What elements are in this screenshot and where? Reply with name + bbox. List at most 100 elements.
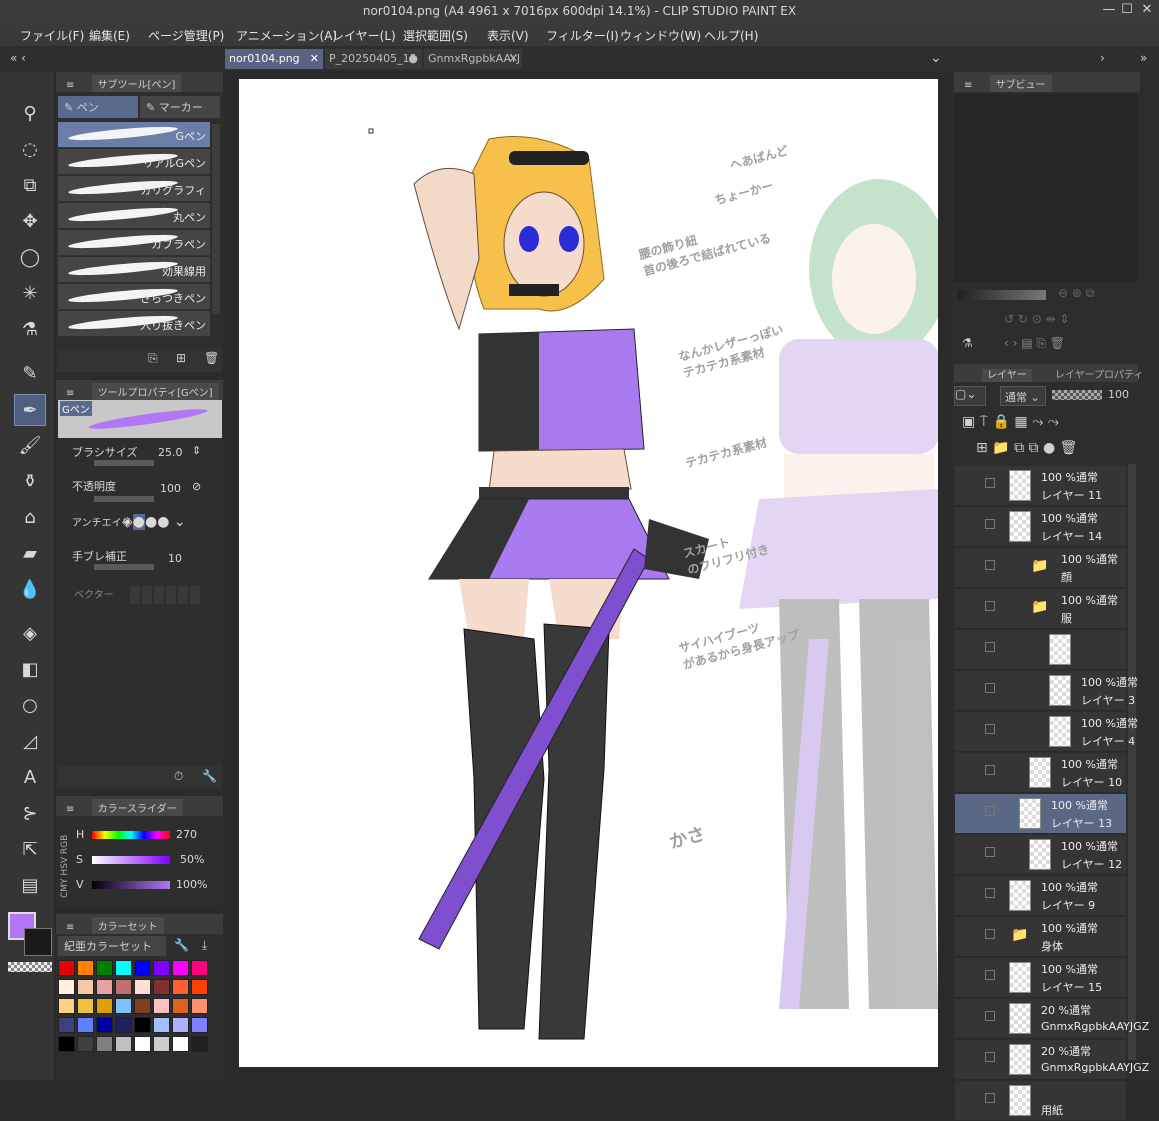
rotate-icon[interactable]: ◌ [14,134,46,166]
color-swatch[interactable] [172,1017,189,1033]
subtool-tab-marker[interactable]: ✎ マーカー [140,96,220,118]
menu-animation[interactable]: アニメーション(A) [236,27,337,44]
layer-checkbox[interactable] [985,683,995,693]
layer-color-select[interactable]: ▢⌄ [954,386,986,406]
color-swatch[interactable] [172,998,189,1014]
text-icon[interactable]: A [14,762,46,794]
transparent-color-swatch[interactable] [8,962,52,972]
layer-opacity-value[interactable]: 100 [1108,388,1129,401]
antialias-options[interactable]: ◈●●● ⌄ [122,514,186,530]
blend-icon[interactable]: 💧 [14,574,46,606]
layer-checkbox[interactable] [985,642,995,652]
color-swatch[interactable] [77,1036,94,1052]
operation-icon[interactable]: ⇱ [14,834,46,866]
pen-icon[interactable]: ✎ [14,358,46,390]
color-swatch[interactable] [96,998,113,1014]
layer-checkbox[interactable] [985,560,995,570]
layer-checkbox[interactable] [985,1093,995,1103]
layer-checkbox[interactable] [985,765,995,775]
menu-view[interactable]: 表示(V) [487,27,529,44]
layer-row[interactable]: 📁 100 %通常 身体 [955,917,1126,957]
color-swatch[interactable] [153,979,170,995]
layer-checkbox[interactable] [985,478,995,488]
tab-layer-property[interactable]: レイヤープロパティ [1055,370,1144,381]
figure-icon[interactable]: ○ [14,690,46,722]
color-swatch[interactable] [96,1036,113,1052]
color-swatch[interactable] [96,1017,113,1033]
chevron-down-icon[interactable]: ⌄ [930,50,942,66]
lasso-icon[interactable]: ◯ [14,242,46,274]
color-swatch[interactable] [134,979,151,995]
layer-row[interactable]: 📁 100 %通常服 [955,589,1126,629]
menu-window[interactable]: ウィンドウ(W) [620,27,701,44]
brush-item[interactable]: 効果線用 [58,257,210,283]
color-swatch[interactable] [58,998,75,1014]
drawing-canvas[interactable]: へあばんど ちょーかー 腰の飾り紐 首の後ろで結ばれている なんかレザーっぽい テカテ… [239,79,938,1067]
color-swatch[interactable] [172,960,189,976]
color-mode-tabs[interactable]: CMY HSV RGB [60,822,74,898]
color-swatch[interactable] [172,1036,189,1052]
color-swatch[interactable] [58,960,75,976]
hue-slider[interactable] [92,831,170,839]
menu-layer[interactable]: レイヤー(L) [332,27,396,44]
layer-checkbox[interactable] [985,847,995,857]
stabilization-value[interactable]: 10 [168,552,182,565]
color-swatch[interactable] [191,998,208,1014]
menu-filter[interactable]: フィルター(I) [546,27,619,44]
double-chevron-right-icon[interactable]: » [1140,51,1147,65]
tab-close-icon[interactable]: ✕ [310,52,319,65]
move-icon[interactable]: ✥ [14,206,46,238]
ruler-icon[interactable]: ▤ [14,870,46,902]
layer-row[interactable]: 100 %通常 レイヤー 14 [955,507,1126,547]
magic-wand-icon[interactable]: ✳ [14,278,46,310]
color-swatch[interactable] [77,979,94,995]
close-button[interactable]: ✕ [1136,2,1158,22]
value-value[interactable]: 100% [176,878,207,891]
layer-row[interactable] [955,630,1126,670]
reset-icon[interactable]: ⏱ [174,769,183,784]
vector-options[interactable] [130,586,200,604]
trash-icon[interactable]: 🗑 [204,351,219,365]
color-swatch[interactable] [191,1017,208,1033]
add-subtool-icon[interactable]: ⊞ [176,351,186,365]
tab-p2025[interactable]: P_20250405_15 ● [325,49,422,69]
color-swatch[interactable] [191,1036,208,1052]
layer-checkbox[interactable] [985,1052,995,1062]
layer-checkbox[interactable] [985,519,995,529]
color-swatch[interactable] [134,1017,151,1033]
tab-layer[interactable]: レイヤー [982,369,1032,382]
layer-checkbox[interactable] [985,806,995,816]
menu-page[interactable]: ページ管理(P) [148,27,224,44]
lock-icon[interactable]: ⊘ [192,480,201,493]
brush-size-slider[interactable] [94,460,154,466]
mode-hsv[interactable]: HSV [60,857,70,876]
layer-row[interactable]: 100 %通常 レイヤー 12 [955,835,1126,875]
brush-item[interactable]: ざらつきペン [58,284,210,310]
layer-move-icon[interactable]: ⧉ [14,170,46,202]
eraser-icon[interactable]: ▰ [14,538,46,570]
fill-icon[interactable]: ◈ [14,618,46,650]
decoration-icon[interactable]: ⌂ [14,502,46,534]
chevron-right-icon[interactable]: › [1100,51,1105,65]
hue-value[interactable]: 270 [176,828,197,841]
layer-lock-icons[interactable]: ▣ ⍑ 🔒 ▦ ⤳ ⤳ [962,414,1059,430]
double-chevron-left-icon[interactable]: « ‹ [10,51,26,65]
brush-size-value[interactable]: 25.0 [158,446,183,459]
brush-item[interactable]: リアルGペン [58,149,210,175]
mode-cmy[interactable]: CMY [60,878,70,898]
opacity-value[interactable]: 100 [160,482,181,495]
frame-icon[interactable]: ◿ [14,726,46,758]
maximize-button[interactable]: ☐ [1116,2,1138,22]
menu-file[interactable]: ファイル(F) [20,27,84,44]
eyedropper-icon[interactable]: ⚗ [14,314,46,346]
layer-row[interactable]: 20 %通常 GnmxRgpbkAAYJGZ [955,1040,1149,1080]
import-icon[interactable]: ⤓ [202,938,207,953]
layer-scrollbar[interactable] [1128,464,1136,1060]
color-swatch[interactable] [134,960,151,976]
color-swatch[interactable] [58,979,75,995]
mode-rgb[interactable]: RGB [60,835,70,854]
color-swatch[interactable] [191,960,208,976]
brush-item[interactable]: 丸ペン [58,203,210,229]
rotate-controls-icon[interactable]: ↺ ↻ ⊙ ⇹ ⇕ [1004,312,1070,326]
tab-gnmx[interactable]: GnmxRgpbkAAYJ ✕ [424,49,522,69]
